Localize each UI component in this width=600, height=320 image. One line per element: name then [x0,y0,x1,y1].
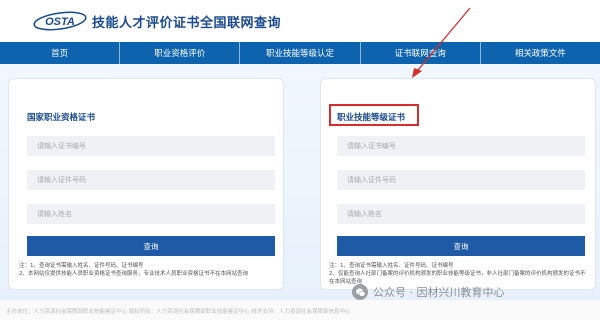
footer: 主办单位：人力资源社会保障部职业技能鉴定中心 版权所有：人力资源社会保障部职业技… [0,300,600,320]
card-title: 国家职业资格证书 [27,113,96,123]
nav-item-skill-level-certification[interactable]: 职业技能等级认定 [240,42,361,64]
id-number-input[interactable] [337,170,585,190]
cert-number-input[interactable] [337,136,585,156]
nav-item-home[interactable]: 首页 [0,42,121,64]
nav-item-certificate-query[interactable]: 证书联网查询 [361,42,481,64]
name-input[interactable] [337,204,585,224]
watermark-text: 公众号 · 因材兴川教育中心 [373,286,505,299]
query-button[interactable]: 查询 [337,236,585,256]
wechat-icon [352,284,368,300]
header: OSTA 技能人才评价证书全国联网查询 [0,0,600,42]
notes: 注：1、查询证书需输入姓名、证件号码、证书编号 2、本网站仅提供技能人员职业资格… [19,262,277,278]
notes: 注：1、查询证书需输入姓名、证件号码、证书编号 2、仅能查询人社部门备案的评价机… [329,262,587,286]
osta-logo: OSTA [33,11,87,31]
main-content: 国家职业资格证书 查询 注：1、查询证书需输入姓名、证件号码、证书编号 2、本网… [0,64,600,300]
cert-number-input[interactable] [27,136,275,156]
footer-text: 主办单位：人力资源社会保障部职业技能鉴定中心 版权所有：人力资源社会保障部职业技… [6,309,351,315]
watermark: 公众号 · 因材兴川教育中心 [352,284,505,300]
logo-text: OSTA [45,16,75,28]
card-title: 职业技能等级证书 [337,113,406,123]
skill-level-certificate-card: 职业技能等级证书 查询 注：1、查询证书需输入姓名、证件号码、证书编号 2、仅能… [320,78,596,290]
name-input[interactable] [27,204,275,224]
note-line: 2、本网站仅提供技能人员职业资格证书查询服务，专业技术人员职业资格证书不在本网站… [19,271,249,277]
note-line: 注：1、查询证书需输入姓名、证件号码、证书编号 [329,263,454,269]
nav-item-policy-documents[interactable]: 相关政策文件 [481,42,600,64]
note-line: 注：1、查询证书需输入姓名、证件号码、证书编号 [19,263,144,269]
qualification-certificate-card: 国家职业资格证书 查询 注：1、查询证书需输入姓名、证件号码、证书编号 2、本网… [8,78,284,290]
nav-item-qualification-evaluation[interactable]: 职业资格评价 [120,42,241,64]
site-title: 技能人才评价证书全国联网查询 [92,16,282,31]
main-nav: 首页 职业资格评价 职业技能等级认定 证书联网查询 相关政策文件 [0,42,600,64]
id-number-input[interactable] [27,170,275,190]
query-button[interactable]: 查询 [27,236,275,256]
